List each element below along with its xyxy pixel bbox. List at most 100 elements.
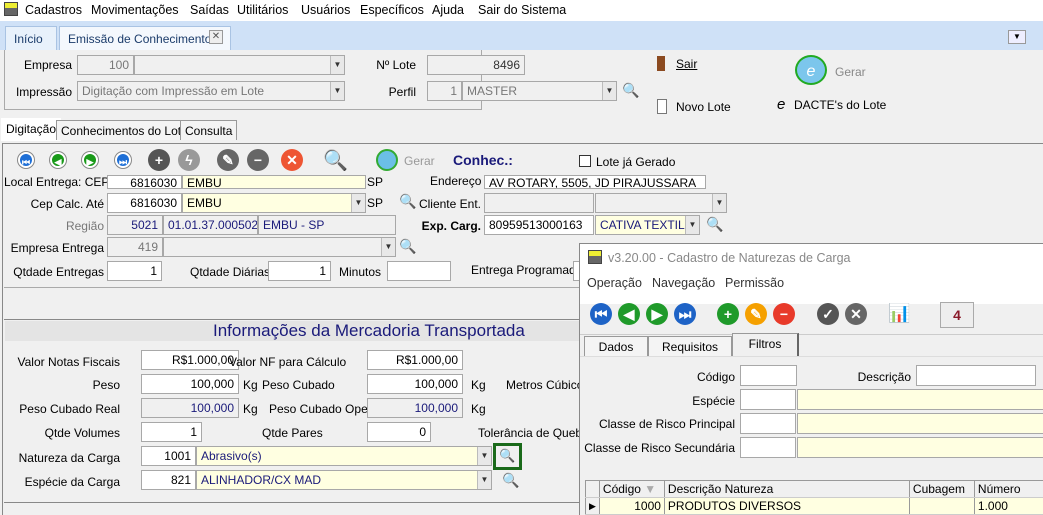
exp-carg-cnpj[interactable]: 80959513000163 bbox=[484, 215, 594, 235]
logo-button[interactable]: 4 bbox=[940, 302, 974, 328]
cliente-ent-code[interactable] bbox=[484, 193, 594, 213]
endereco-field[interactable]: AV ROTARY, 5505, JD PIRAJUSSARA bbox=[484, 175, 706, 189]
search-icon[interactable]: 🔍 bbox=[502, 472, 520, 490]
tab-emissao[interactable]: Emissão de Conhecimentos bbox=[59, 26, 231, 50]
table-row[interactable]: ▶ 1000 PRODUTOS DIVERSOS 1.000 bbox=[585, 497, 1043, 515]
next-record-icon[interactable]: ▶ bbox=[646, 303, 668, 325]
dropdown-icon[interactable]: ▼ bbox=[685, 216, 699, 234]
local-cidade-select[interactable]: EMBU bbox=[182, 175, 366, 189]
delete-icon[interactable]: − bbox=[247, 149, 269, 171]
dropdown-icon[interactable]: ▼ bbox=[330, 82, 344, 100]
confirm-icon[interactable]: ✓ bbox=[817, 303, 839, 325]
exp-carg-select[interactable]: CATIVA TEXTIL IN ▼ bbox=[595, 215, 700, 235]
dropdown-icon[interactable]: ▼ bbox=[712, 194, 726, 212]
dialog-menu-permissao[interactable]: Permissão bbox=[725, 276, 784, 290]
menu-cadastros[interactable]: Cadastros bbox=[25, 3, 82, 17]
empresa-select[interactable]: ▼ bbox=[134, 55, 345, 75]
especie-select[interactable]: ALINHADOR/CX MAD ▼ bbox=[196, 470, 492, 490]
subtab-digitacao[interactable]: Digitação bbox=[1, 118, 62, 141]
risco-secundaria-code[interactable] bbox=[740, 437, 796, 458]
dactes-button[interactable]: DACTE's do Lote bbox=[794, 98, 886, 112]
dropdown-icon[interactable]: ▼ bbox=[602, 82, 616, 100]
risco-principal-code[interactable] bbox=[740, 413, 796, 434]
dialog-menu-navegacao[interactable]: Navegação bbox=[652, 276, 715, 290]
subtab-consulta[interactable]: Consulta bbox=[180, 120, 238, 140]
cliente-ent-select[interactable]: ▼ bbox=[595, 193, 727, 213]
novo-lote-button[interactable]: Novo Lote bbox=[676, 100, 731, 114]
dialog-tab-requisitos[interactable]: Requisitos bbox=[648, 336, 732, 356]
menu-especificos[interactable]: Específicos bbox=[360, 3, 424, 17]
impressao-select[interactable]: Digitação com Impressão em Lote ▼ bbox=[77, 81, 345, 101]
gerar-mdfe-button[interactable]: Gerar bbox=[835, 65, 866, 79]
cell-codigo[interactable]: 1000 bbox=[599, 497, 665, 515]
dialog-tab-dados[interactable]: Dados bbox=[584, 336, 648, 356]
dropdown-icon[interactable]: ▼ bbox=[477, 471, 491, 489]
chart-settings-icon[interactable]: 📊 bbox=[888, 303, 910, 324]
empresa-entrega-select[interactable]: ▼ bbox=[163, 237, 396, 257]
menu-utilitarios[interactable]: Utilitários bbox=[237, 3, 288, 17]
peso-cubado-field[interactable]: 100,000 bbox=[367, 374, 463, 394]
cep-calc-cidade-select[interactable]: EMBU ▼ bbox=[182, 193, 366, 213]
menu-saidas[interactable]: Saídas bbox=[190, 3, 229, 17]
last-record-icon[interactable]: ⏭ bbox=[674, 303, 696, 325]
dialog-menu-operacao[interactable]: Operação bbox=[587, 276, 642, 290]
dropdown-icon[interactable]: ▼ bbox=[477, 447, 491, 465]
codigo-filter[interactable] bbox=[740, 365, 797, 386]
qtde-volumes-field[interactable]: 1 bbox=[141, 422, 202, 442]
dialog-tab-filtros[interactable]: Filtros bbox=[732, 333, 799, 356]
tab-inicio[interactable]: Início bbox=[5, 26, 57, 50]
risco-secundaria-name[interactable] bbox=[797, 437, 1043, 458]
column-header-codigo[interactable]: Código ▼ bbox=[599, 480, 665, 498]
menu-usuarios[interactable]: Usuários bbox=[301, 3, 350, 17]
dropdown-icon[interactable]: ▼ bbox=[381, 238, 395, 256]
dropdown-icon[interactable]: ▼ bbox=[330, 56, 344, 74]
natureza-select[interactable]: Abrasivo(s) ▼ bbox=[196, 446, 492, 466]
natureza-search-button[interactable]: 🔍 bbox=[493, 443, 522, 470]
menu-ajuda[interactable]: Ajuda bbox=[432, 3, 464, 17]
especie-code[interactable]: 821 bbox=[141, 470, 196, 490]
cell-cubagem[interactable] bbox=[909, 497, 975, 515]
menu-sair-sistema[interactable]: Sair do Sistema bbox=[478, 3, 566, 17]
cell-numero[interactable]: 1.000 bbox=[974, 497, 1043, 515]
menu-movimentacoes[interactable]: Movimentações bbox=[91, 3, 179, 17]
cell-descricao[interactable]: PRODUTOS DIVERSOS bbox=[664, 497, 910, 515]
previous-record-icon[interactable]: ◀ bbox=[50, 152, 66, 168]
column-header-cubagem[interactable]: Cubagem bbox=[909, 480, 975, 498]
first-record-icon[interactable]: ⏮ bbox=[590, 303, 612, 325]
previous-record-icon[interactable]: ◀ bbox=[618, 303, 640, 325]
valor-nf-field[interactable]: R$1.000,00 bbox=[141, 350, 239, 370]
edit-icon[interactable]: ✎ bbox=[217, 149, 239, 171]
close-tab-icon[interactable]: ✕ bbox=[209, 30, 223, 44]
risco-principal-name[interactable] bbox=[797, 413, 1043, 434]
search-icon[interactable]: 🔍 bbox=[622, 82, 640, 100]
lote-gerado-checkbox[interactable] bbox=[579, 155, 591, 167]
minutos-field[interactable] bbox=[387, 261, 451, 281]
subtab-conhecimentos-lote[interactable]: Conhecimentos do Lote bbox=[56, 120, 193, 140]
descricao-filter[interactable] bbox=[916, 365, 1036, 386]
cep-calc-field[interactable]: 6816030 bbox=[107, 193, 182, 213]
next-record-icon[interactable]: ▶ bbox=[82, 152, 98, 168]
qtde-pares-field[interactable]: 0 bbox=[367, 422, 431, 442]
column-header-numero[interactable]: Número bbox=[974, 480, 1043, 498]
first-record-icon[interactable]: ⏮ bbox=[18, 152, 34, 168]
qtde-entregas-field[interactable]: 1 bbox=[107, 261, 162, 281]
edit-icon[interactable]: ✎ bbox=[745, 303, 767, 325]
last-record-icon[interactable]: ⏭ bbox=[115, 152, 131, 168]
perfil-select[interactable]: MASTER ▼ bbox=[462, 81, 617, 101]
especie-filter-name[interactable] bbox=[797, 389, 1043, 410]
local-cep-field[interactable]: 6816030 bbox=[107, 175, 182, 189]
peso-field[interactable]: 100,000 bbox=[141, 374, 239, 394]
search-icon[interactable]: 🔍 bbox=[323, 148, 348, 172]
valor-nf-calc-field[interactable]: R$1.000,00 bbox=[367, 350, 463, 370]
search-icon[interactable]: 🔍 bbox=[706, 216, 724, 234]
cancel-icon[interactable]: ✕ bbox=[281, 149, 303, 171]
sair-button[interactable]: Sair bbox=[676, 57, 697, 71]
search-icon[interactable]: 🔍 bbox=[399, 238, 417, 256]
natureza-code[interactable]: 1001 bbox=[141, 446, 196, 466]
delete-icon[interactable]: − bbox=[773, 303, 795, 325]
lightning-icon[interactable]: ϟ bbox=[178, 149, 200, 171]
chevron-down-icon[interactable]: ▼ bbox=[1008, 30, 1026, 44]
especie-filter-code[interactable] bbox=[740, 389, 796, 410]
qtde-diarias-field[interactable]: 1 bbox=[268, 261, 331, 281]
gerar-button[interactable]: Gerar bbox=[404, 154, 435, 168]
